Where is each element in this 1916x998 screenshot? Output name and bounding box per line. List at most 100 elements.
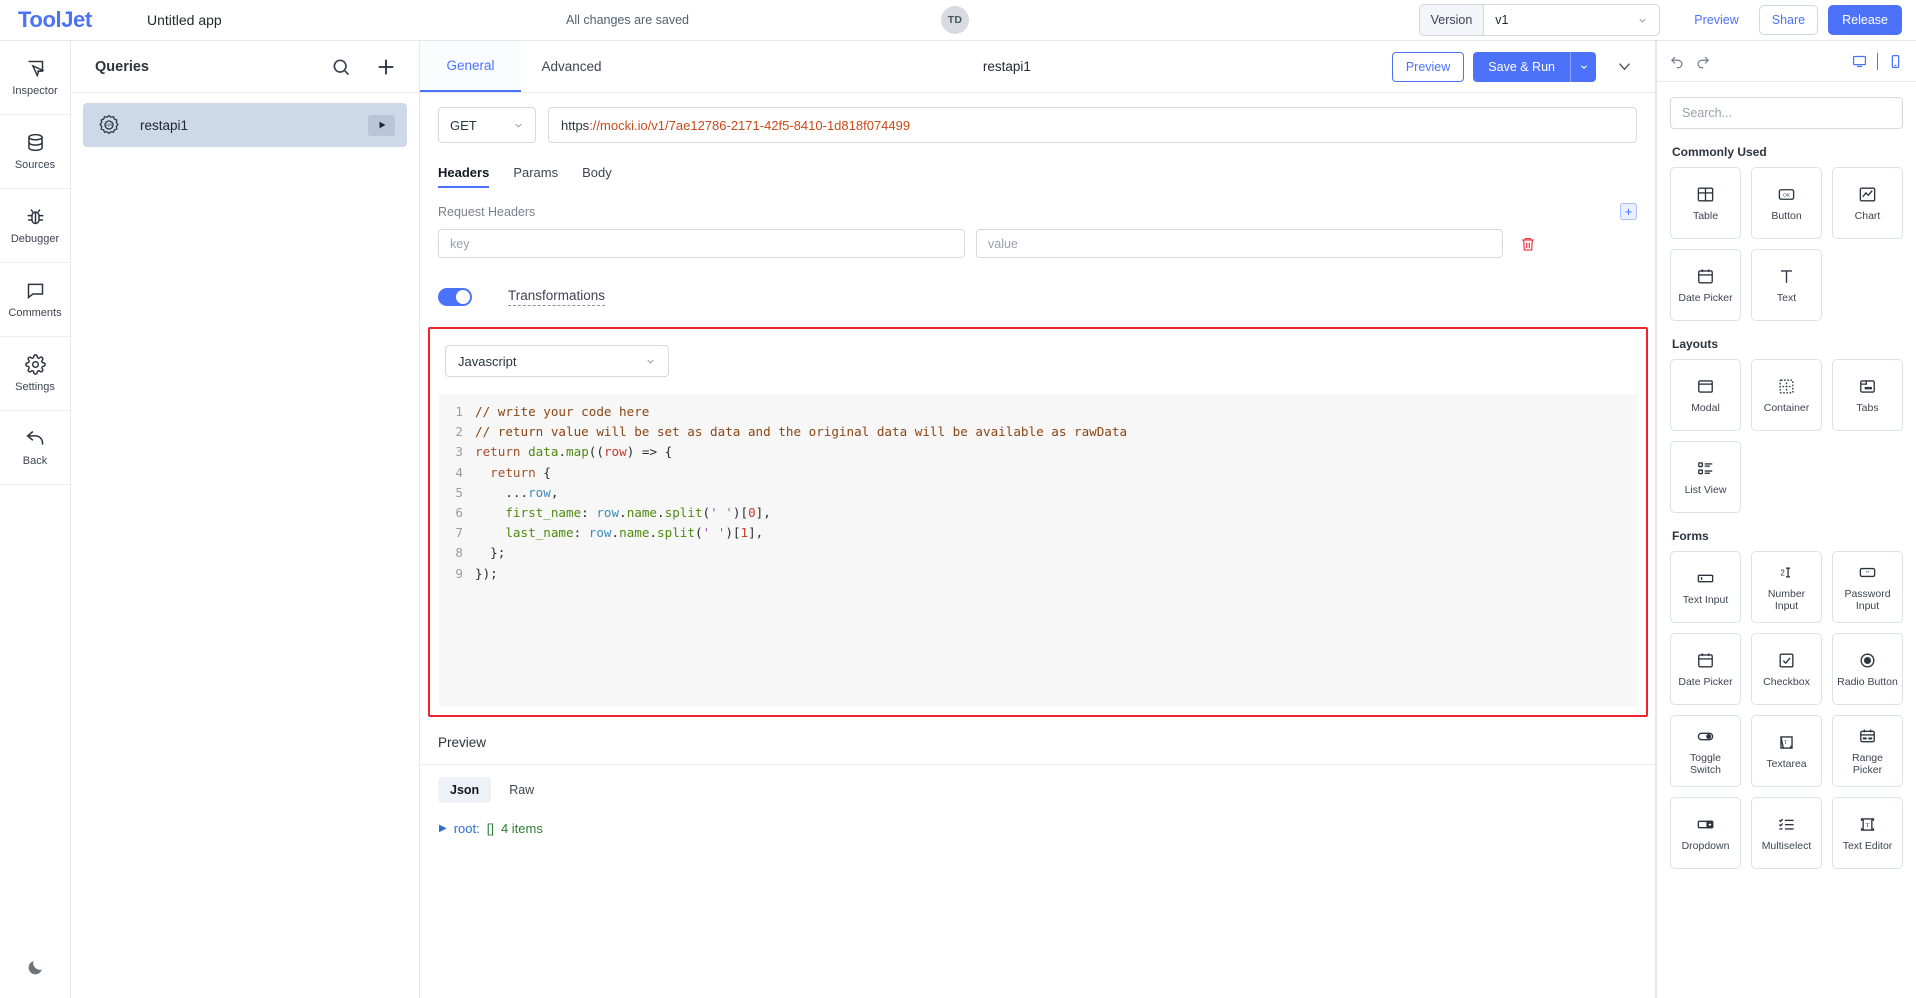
tab-general[interactable]: General xyxy=(420,41,521,92)
tab-params[interactable]: Params xyxy=(513,165,558,188)
component-card-number-input[interactable]: 2 Number Input xyxy=(1751,551,1822,623)
tab-headers[interactable]: Headers xyxy=(438,165,490,188)
tab-json[interactable]: Json xyxy=(438,777,492,803)
component-card-modal[interactable]: Modal xyxy=(1670,359,1741,431)
code-text: // return value will be set as data and … xyxy=(475,424,1128,440)
list-item[interactable]: API restapi1 xyxy=(83,103,407,147)
button-ok-icon: OK xyxy=(1778,188,1795,200)
language-select[interactable]: Javascript xyxy=(445,345,669,377)
svg-text:2: 2 xyxy=(1780,568,1784,577)
run-query-button[interactable] xyxy=(368,114,395,136)
release-button[interactable]: Release xyxy=(1828,5,1902,35)
component-card-radio-button[interactable]: Radio Button xyxy=(1832,633,1903,705)
component-card-range-picker[interactable]: Range Picker xyxy=(1832,715,1903,787)
textarea-icon: T xyxy=(1780,735,1793,749)
mobile-icon[interactable] xyxy=(1888,54,1903,69)
header-key-input[interactable]: key xyxy=(438,229,965,258)
sidebar-label: Inspector xyxy=(12,85,58,97)
query-editor-scroll: GET https://mocki.io/v1/7ae12786-2171-42… xyxy=(420,93,1655,998)
url-input[interactable]: https://mocki.io/v1/7ae12786-2171-42f5-8… xyxy=(548,107,1637,143)
component-card-text-editor[interactable]: T Text Editor xyxy=(1832,797,1903,869)
component-card-tabs[interactable]: Tabs xyxy=(1832,359,1903,431)
header-row: key value xyxy=(420,219,1655,258)
component-card-text[interactable]: Text xyxy=(1751,249,1822,321)
component-card-container[interactable]: Container xyxy=(1751,359,1822,431)
code-text: first_name: row.name.split(' ')[0], xyxy=(505,505,771,521)
component-card-list-view[interactable]: List View xyxy=(1670,441,1741,513)
line-number: 5 xyxy=(455,484,463,500)
query-list: API restapi1 xyxy=(71,93,419,147)
save-and-run-dropdown[interactable] xyxy=(1570,51,1596,82)
component-label: Table xyxy=(1692,209,1719,222)
search-input[interactable]: Search... xyxy=(1670,97,1903,129)
dark-mode-toggle[interactable] xyxy=(0,936,70,998)
component-group-title: Commonly Used xyxy=(1672,145,1767,159)
component-label: Text Input xyxy=(1682,593,1729,606)
http-method-select[interactable]: GET xyxy=(438,107,536,143)
component-card-chart[interactable]: Chart xyxy=(1832,167,1903,239)
component-card-textarea[interactable]: T Textarea xyxy=(1751,715,1822,787)
expand-caret-icon[interactable]: ▶ xyxy=(439,823,447,834)
component-label: Password Input xyxy=(1844,587,1891,612)
component-label: Button xyxy=(1771,209,1802,222)
component-card-password-input[interactable]: ** Password Input xyxy=(1832,551,1903,623)
component-card-table[interactable]: Table xyxy=(1670,167,1741,239)
json-root-bracket: [] xyxy=(486,821,494,836)
database-icon xyxy=(27,133,43,152)
component-label: Chart xyxy=(1854,209,1881,222)
add-header-button[interactable]: + xyxy=(1620,203,1637,220)
header-value-input[interactable]: value xyxy=(976,229,1503,258)
component-card-checkbox[interactable]: Checkbox xyxy=(1751,633,1822,705)
preview-link[interactable]: Preview xyxy=(1686,13,1746,27)
desktop-icon[interactable] xyxy=(1852,54,1867,69)
component-card-toggle-switch[interactable]: Toggle Switch xyxy=(1670,715,1741,787)
code-line: 9}); xyxy=(439,564,1637,584)
component-card-date-picker[interactable]: Date Picker xyxy=(1670,633,1741,705)
line-number: 9 xyxy=(455,565,463,581)
save-and-run-button[interactable]: Save & Run xyxy=(1473,51,1596,82)
transformations-toggle[interactable] xyxy=(438,288,472,306)
redo-icon[interactable] xyxy=(1695,54,1710,69)
tab-raw[interactable]: Raw xyxy=(497,777,546,803)
component-label: Text xyxy=(1776,291,1797,304)
preview-button[interactable]: Preview xyxy=(1391,51,1465,82)
sidebar-item-settings[interactable]: Settings xyxy=(0,337,70,411)
query-title[interactable]: restapi1 xyxy=(983,59,1031,74)
url-rest: ://mocki.io/v1/7ae12786-2171-42f5-8410-1… xyxy=(589,117,911,133)
component-card-button[interactable]: OK Button xyxy=(1751,167,1822,239)
app-title[interactable]: Untitled app xyxy=(147,12,222,28)
query-name: restapi1 xyxy=(140,117,189,133)
tooljet-logo[interactable]: ToolJet xyxy=(0,7,143,33)
share-button[interactable]: Share xyxy=(1758,5,1819,35)
url-protocol: https xyxy=(561,117,590,133)
language-value: Javascript xyxy=(458,353,517,369)
collapse-panel-button[interactable] xyxy=(1605,58,1643,75)
sidebar-item-sources[interactable]: Sources xyxy=(0,115,70,189)
transformations-row: Transformations xyxy=(420,258,1655,306)
sidebar-item-inspector[interactable]: Inspector xyxy=(0,41,70,115)
component-card-multiselect[interactable]: Multiselect xyxy=(1751,797,1822,869)
bug-icon xyxy=(27,209,43,225)
delete-icon[interactable] xyxy=(1520,236,1536,252)
plus-icon[interactable] xyxy=(375,56,397,78)
component-card-text-input[interactable]: Text Input xyxy=(1670,551,1741,623)
sidebar-item-comments[interactable]: Comments xyxy=(0,263,70,337)
calendar-icon xyxy=(1698,652,1713,668)
queries-panel: Queries API restapi1 xyxy=(71,41,420,998)
component-card-dropdown[interactable]: Dropdown xyxy=(1670,797,1741,869)
chevron-down-icon xyxy=(515,123,522,128)
undo-icon[interactable] xyxy=(1670,54,1685,69)
sidebar-item-debugger[interactable]: Debugger xyxy=(0,189,70,263)
avatar[interactable]: TD xyxy=(941,6,969,34)
tab-advanced[interactable]: Advanced xyxy=(521,41,622,92)
version-selector[interactable]: Version v1 xyxy=(1418,4,1661,36)
tab-body[interactable]: Body xyxy=(582,165,612,188)
list-view-icon xyxy=(1698,461,1713,474)
version-dropdown[interactable]: v1 xyxy=(1484,5,1659,35)
component-card-date-picker[interactable]: Date Picker xyxy=(1670,249,1741,321)
json-root-row[interactable]: ▶ root: [] 4 items xyxy=(420,803,1655,836)
search-icon[interactable] xyxy=(331,57,351,77)
component-label: Radio Button xyxy=(1837,675,1898,688)
sidebar-item-back[interactable]: Back xyxy=(0,411,70,485)
code-editor[interactable]: 1 // write your code here 2 // return value… xyxy=(439,394,1637,706)
